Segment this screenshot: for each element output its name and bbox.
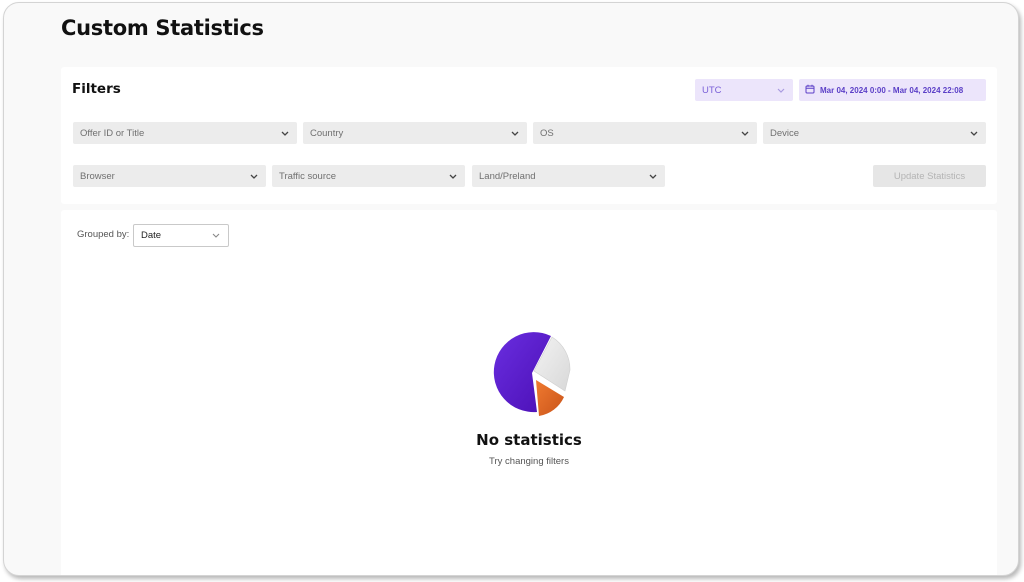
timezone-select[interactable]: UTC (695, 79, 793, 101)
update-statistics-button[interactable]: Update Statistics (873, 165, 986, 187)
land-preland-select[interactable]: Land/Preland (472, 165, 665, 187)
grouped-by-select[interactable]: Date (133, 224, 229, 247)
date-range-value: Mar 04, 2024 0:00 - Mar 04, 2024 22:08 (820, 85, 964, 95)
chevron-down-icon (648, 171, 658, 181)
traffic-source-placeholder: Traffic source (279, 170, 337, 182)
offer-placeholder: Offer ID or Title (80, 127, 145, 139)
browser-placeholder: Browser (80, 170, 115, 182)
chevron-down-icon (249, 171, 259, 181)
timezone-value: UTC (702, 84, 722, 96)
os-placeholder: OS (540, 127, 554, 139)
grouped-by-value: Date (141, 230, 162, 241)
offer-select[interactable]: Offer ID or Title (73, 122, 297, 144)
date-range-picker[interactable]: Mar 04, 2024 0:00 - Mar 04, 2024 22:08 (799, 79, 986, 101)
chevron-down-icon (280, 128, 290, 138)
land-preland-placeholder: Land/Preland (479, 170, 536, 182)
chevron-down-icon (448, 171, 458, 181)
filters-title: Filters (72, 81, 121, 97)
empty-state-subtitle: Try changing filters (489, 456, 569, 467)
chevron-down-icon (969, 128, 979, 138)
browser-select[interactable]: Browser (73, 165, 266, 187)
traffic-source-select[interactable]: Traffic source (272, 165, 465, 187)
empty-state-title: No statistics (476, 431, 582, 449)
grouped-by-label: Grouped by: (77, 229, 130, 240)
device-placeholder: Device (770, 127, 800, 139)
chevron-down-icon (510, 128, 520, 138)
device-select[interactable]: Device (763, 122, 986, 144)
os-select[interactable]: OS (533, 122, 757, 144)
filters-panel: Filters UTC Mar 04, 2024 0:00 - Mar 04, … (61, 67, 997, 204)
country-select[interactable]: Country (303, 122, 527, 144)
calendar-icon (805, 84, 815, 96)
results-panel: Grouped by: Date No statistics Try chang… (61, 210, 997, 575)
pie-chart-icon (489, 330, 573, 425)
chevron-down-icon (776, 85, 786, 95)
chevron-down-icon (740, 128, 750, 138)
page-title: Custom Statistics (61, 16, 264, 40)
country-placeholder: Country (310, 127, 344, 139)
app-window: Custom Statistics Filters UTC Mar 04, 20… (3, 2, 1019, 576)
chevron-down-icon (211, 231, 221, 241)
